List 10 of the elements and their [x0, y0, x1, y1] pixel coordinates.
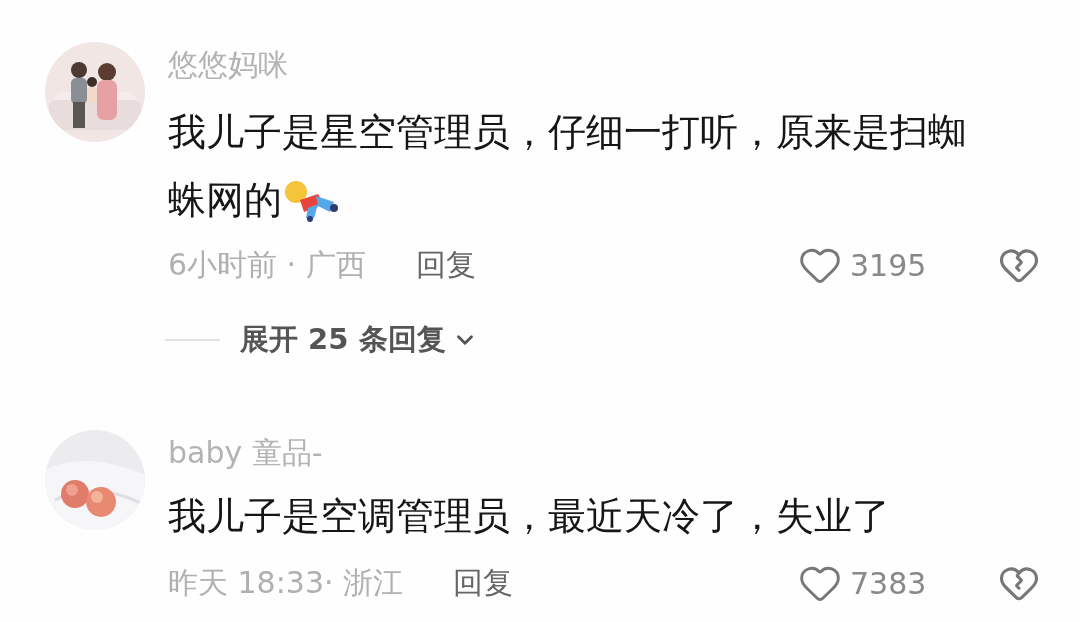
reply-link[interactable]: 回复 — [453, 562, 514, 604]
like-count: 7383 — [850, 565, 927, 601]
expand-replies-button[interactable]: 展开 25 条回复 — [240, 320, 478, 360]
time-location: 6小时前 · 广西 — [168, 245, 366, 284]
time-location: 昨天 18:33· 浙江 — [168, 563, 404, 602]
comment-text: 我儿子是空调管理员，最近天冷了，失业了 — [168, 493, 890, 540]
comment-text: 我儿子是星空管理员，仔细一打听，原来是扫蜘 — [168, 109, 966, 156]
like-count: 3195 — [850, 247, 927, 283]
reply-link[interactable]: 回复 — [415, 244, 476, 286]
comment-text: 蛛网的 — [168, 177, 282, 224]
